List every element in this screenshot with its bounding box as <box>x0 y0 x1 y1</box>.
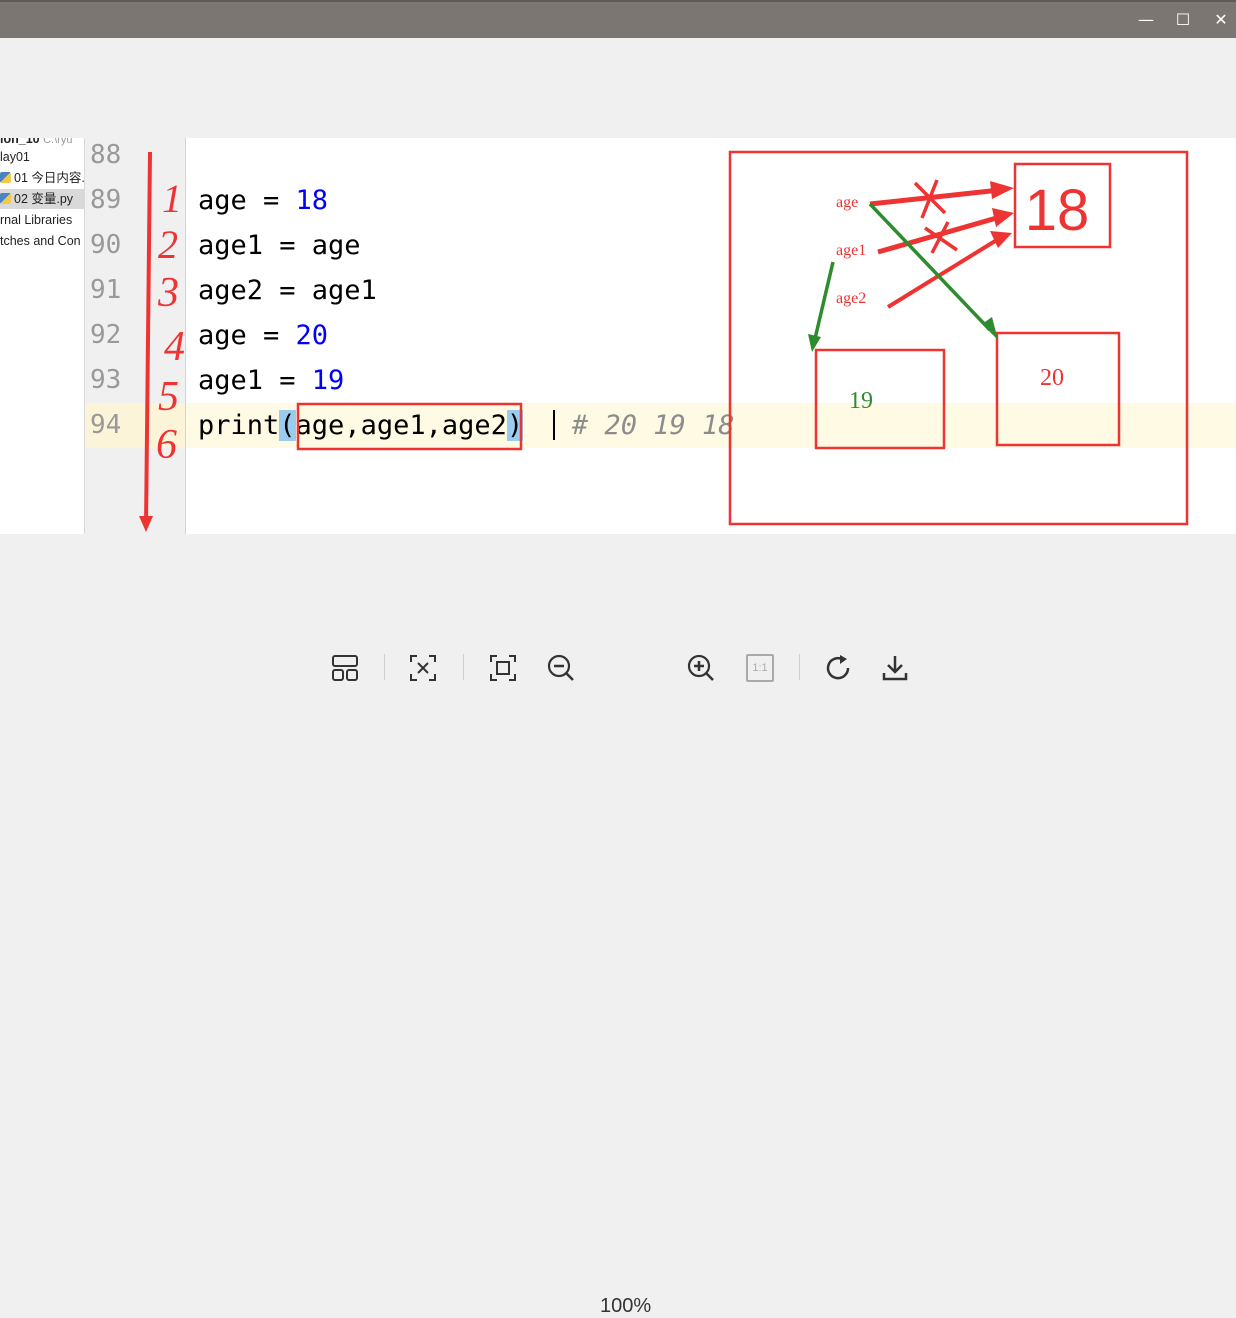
arrow-age2-to-18 <box>886 236 1002 309</box>
value-19: 19 <box>849 388 873 414</box>
var-label-age1: age1 <box>836 242 866 259</box>
arrowhead-age1-to-18 <box>992 208 1014 227</box>
arrow-age1-to-19 <box>812 261 835 344</box>
image-content: ion_10 C:\ryu lay01 01 今日内容. 02 变量.py rn… <box>0 138 1236 534</box>
fit-icon[interactable] <box>406 650 440 686</box>
value-18: 18 <box>1025 178 1090 243</box>
step-number-6: 6 <box>156 422 177 468</box>
title-bar-edge <box>0 0 1236 2</box>
arguments-highlight-box <box>296 402 523 451</box>
minimize-button[interactable]: — <box>1131 8 1161 32</box>
arrowhead-age-to-20 <box>982 317 998 340</box>
order-arrowhead <box>139 516 153 532</box>
arrow-age1-to-18 <box>877 214 1001 255</box>
step-number-2: 2 <box>158 222 178 267</box>
var-label-age: age <box>836 194 858 211</box>
download-icon[interactable] <box>878 650 912 686</box>
arrowhead-age2-to-18 <box>990 231 1012 248</box>
toolbar-separator <box>799 654 800 680</box>
layout-icon[interactable] <box>328 650 362 686</box>
maximize-button[interactable]: ☐ <box>1168 8 1198 32</box>
step-number-4: 4 <box>164 324 185 370</box>
order-arrow <box>144 151 152 527</box>
arrowhead-age-to-18 <box>990 181 1014 199</box>
toolbar-separator <box>384 654 385 680</box>
zoom-out-icon[interactable] <box>544 650 578 686</box>
step-number-1: 1 <box>162 176 182 221</box>
step-number-5: 5 <box>158 374 179 420</box>
zoom-level: 100% <box>600 1295 652 1317</box>
title-bar: — ☐ ✕ <box>0 0 1236 38</box>
step-number-3: 3 <box>157 270 179 316</box>
fullscreen-icon[interactable] <box>486 650 520 686</box>
value-box-19 <box>814 348 946 450</box>
close-button[interactable]: ✕ <box>1206 8 1236 32</box>
rotate-icon[interactable] <box>822 650 856 686</box>
zoom-in-icon[interactable] <box>684 650 718 686</box>
annotation-overlay: 1 2 3 4 5 6 18 19 20 age age1 age2 <box>139 150 1189 532</box>
viewer-toolbar: 100% 1:1 <box>0 640 1236 1317</box>
actual-size-label: 1:1 <box>746 654 774 682</box>
toolbar-separator <box>463 654 464 680</box>
value-20: 20 <box>1040 365 1064 391</box>
actual-size-icon[interactable]: 1:1 <box>744 650 776 686</box>
var-label-age2: age2 <box>836 290 866 307</box>
